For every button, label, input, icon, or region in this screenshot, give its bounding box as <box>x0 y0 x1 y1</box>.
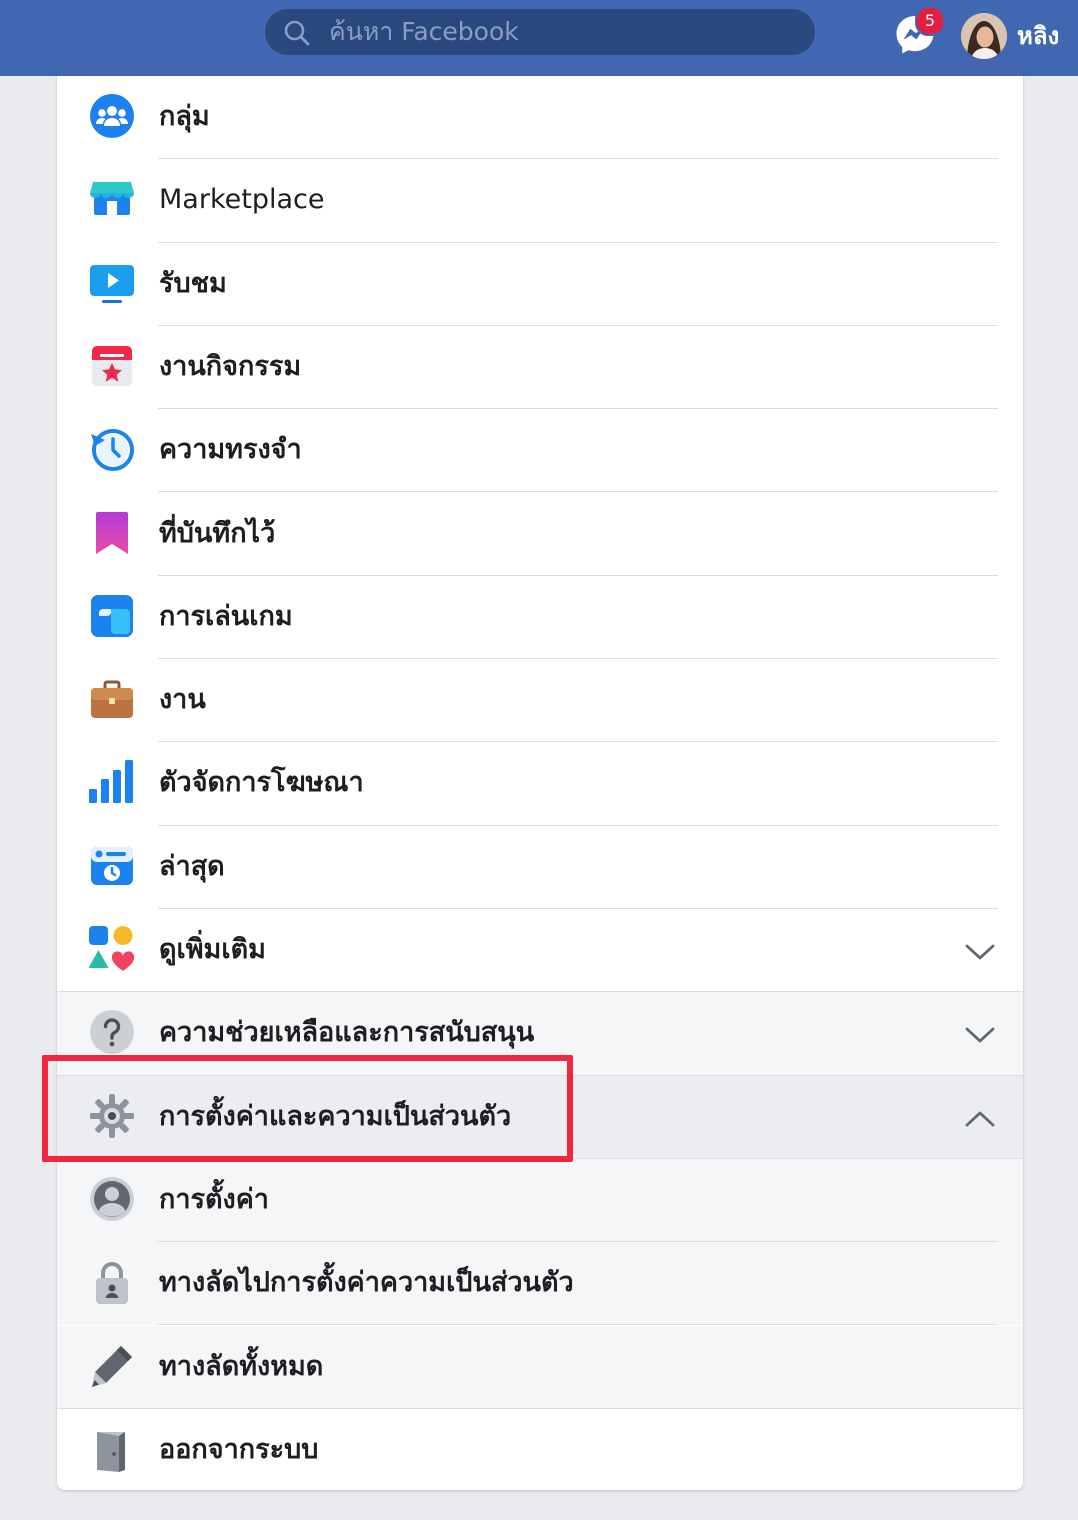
menu-item-privacy-shortcuts[interactable]: ทางลัดไปการตั้งค่าความเป็นส่วนตัว <box>57 1242 1023 1326</box>
menu-item-label: ออกจากระบบ <box>159 1433 319 1465</box>
pencil-icon <box>92 1345 132 1387</box>
menu-item-logout[interactable]: ออกจากระบบ <box>57 1409 1023 1490</box>
watch-icon <box>90 264 134 303</box>
search-placeholder: ค้นหา Facebook <box>329 17 519 46</box>
menu-item-label: การเล่นเกม <box>159 600 293 632</box>
menu-item-label: งานกิจกรรม <box>159 350 302 382</box>
lock-icon <box>96 1262 128 1305</box>
menu-item-label: กลุ่ม <box>159 101 210 132</box>
menu-item-most-recent[interactable]: ล่าสุด <box>57 826 1023 909</box>
chevron-down-icon[interactable] <box>964 936 996 968</box>
menu-item-label: ทางลัดทั้งหมด <box>159 1350 324 1382</box>
logout-door-icon <box>97 1431 125 1472</box>
menu-item-label: ล่าสุด <box>159 850 225 882</box>
chevron-down-icon[interactable] <box>964 1019 996 1051</box>
menu-panel: กลุ่ม Marketplace รับชม งานกิจกรรม ความท… <box>57 76 1023 1490</box>
groups-icon <box>90 94 134 138</box>
help-icon <box>90 1010 134 1055</box>
menu-item-label: การตั้งค่า <box>159 1183 269 1215</box>
most-recent-icon <box>91 846 133 885</box>
menu-item-all-shortcuts[interactable]: ทางลัดทั้งหมด <box>57 1325 1023 1409</box>
notification-badge: 5 <box>915 6 945 36</box>
user-name[interactable]: หลิง <box>1017 21 1059 51</box>
menu-item-marketplace[interactable]: Marketplace <box>57 159 1023 243</box>
menu-item-label: ดูเพิ่มเติม <box>159 934 266 965</box>
menu-item-label: งาน <box>159 684 206 716</box>
gaming-icon <box>91 594 133 637</box>
memories-icon <box>91 429 134 472</box>
menu-item-label: ตัวจัดการโฆษณา <box>159 767 364 799</box>
menu-item-jobs[interactable]: งาน <box>57 659 1023 743</box>
top-navigation-bar: ค้นหา Facebook 5 หลิง <box>0 0 1078 76</box>
menu-item-groups[interactable]: กลุ่ม <box>57 76 1023 160</box>
avatar-image <box>961 13 1007 59</box>
menu-item-label: Marketplace <box>159 184 325 216</box>
avatar[interactable] <box>961 13 1007 59</box>
account-icon <box>90 1176 134 1221</box>
jobs-icon <box>91 680 133 719</box>
see-more-icon <box>88 926 135 971</box>
menu-item-label: ความช่วยเหลือและการสนับสนุน <box>159 1017 535 1049</box>
highlight-annotation-box <box>42 1055 573 1162</box>
menu-item-settings[interactable]: การตั้งค่า <box>57 1158 1023 1243</box>
menu-item-ads-manager[interactable]: ตัวจัดการโฆษณา <box>57 742 1023 826</box>
search-icon <box>284 20 310 46</box>
menu-item-memories[interactable]: ความทรงจำ <box>57 409 1023 493</box>
menu-item-see-more[interactable]: ดูเพิ่มเติม <box>57 909 1023 993</box>
menu-item-saved[interactable]: ที่บันทึกไว้ <box>57 493 1023 576</box>
menu-item-events[interactable]: งานกิจกรรม <box>57 326 1023 410</box>
ads-manager-icon <box>89 760 133 804</box>
marketplace-icon <box>90 182 134 216</box>
menu-item-gaming[interactable]: การเล่นเกม <box>57 576 1023 660</box>
chevron-up-icon[interactable] <box>964 1103 996 1135</box>
menu-item-label: ทางลัดไปการตั้งค่าความเป็นส่วนตัว <box>159 1267 574 1299</box>
menu-item-label: ที่บันทึกไว้ <box>159 517 276 549</box>
search-input[interactable]: ค้นหา Facebook <box>265 9 815 55</box>
saved-icon <box>96 511 128 554</box>
menu-item-label: รับชม <box>159 267 227 299</box>
events-icon <box>92 345 132 386</box>
menu-item-label: ความทรงจำ <box>159 434 302 466</box>
menu-item-watch[interactable]: รับชม <box>57 243 1023 326</box>
